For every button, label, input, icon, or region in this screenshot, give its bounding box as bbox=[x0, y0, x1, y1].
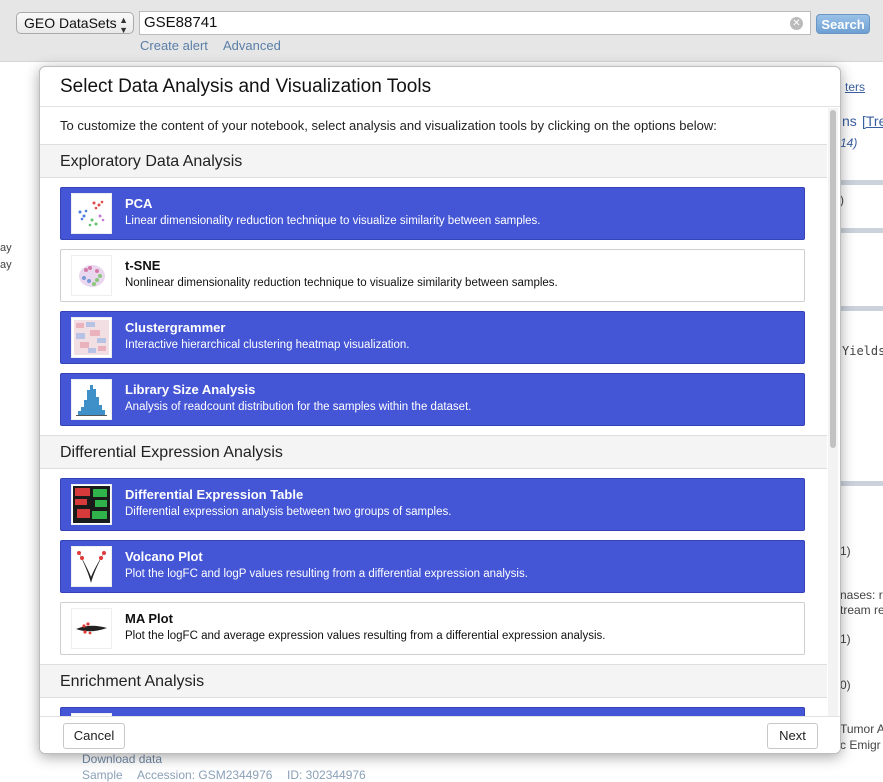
clear-search-icon[interactable]: ✕ bbox=[790, 17, 803, 30]
bg-fragment: nases: r bbox=[840, 588, 883, 602]
tool-name: PCA bbox=[125, 196, 153, 211]
tool-name: Differential Expression Table bbox=[125, 487, 304, 502]
bg-filters-link[interactable]: ters bbox=[845, 80, 865, 94]
tool-name: Library Size Analysis bbox=[125, 382, 256, 397]
bg-fragment: c Emigr bbox=[840, 738, 881, 752]
select-arrows-icon: ▲ ▼ bbox=[119, 15, 128, 35]
tsne-thumbnail-icon bbox=[71, 255, 112, 296]
bg-fragment: 14) bbox=[840, 136, 858, 150]
dialog-footer: Cancel Next bbox=[40, 716, 840, 753]
tool-name: MA Plot bbox=[125, 611, 173, 626]
bg-divider bbox=[840, 481, 883, 486]
tool-description: Nonlinear dimensionality reduction techn… bbox=[125, 277, 558, 289]
tool-description: Linear dimensionality reduction techniqu… bbox=[125, 215, 541, 227]
tool-card-volcano-plot[interactable]: Volcano Plot Plot the logFC and logP val… bbox=[60, 540, 805, 593]
pca-thumbnail-icon bbox=[71, 193, 112, 234]
scrollbar-thumb[interactable] bbox=[830, 110, 836, 448]
ma-plot-thumbnail-icon bbox=[71, 608, 112, 649]
section-enrichment-analysis: Enrichment Analysis bbox=[40, 664, 827, 698]
database-select-value: GEO DataSets bbox=[24, 15, 117, 31]
dialog-title: Select Data Analysis and Visualization T… bbox=[40, 67, 840, 107]
section-exploratory-data-analysis: Exploratory Data Analysis bbox=[40, 144, 827, 178]
dialog-instructions: To customize the content of your noteboo… bbox=[60, 118, 717, 133]
bg-fragment: 0) bbox=[840, 678, 851, 692]
bg-fragment: ay bbox=[0, 259, 12, 271]
advanced-search-link[interactable]: Advanced bbox=[223, 38, 281, 53]
bg-fragment: ns bbox=[842, 113, 857, 129]
tool-card-pca[interactable]: PCA Linear dimensionality reduction tech… bbox=[60, 187, 805, 240]
bg-fragment: ID: 302344976 bbox=[287, 768, 366, 782]
tool-description: Interactive hierarchical clustering heat… bbox=[125, 339, 410, 351]
bg-download-link[interactable]: Download data bbox=[82, 752, 162, 766]
dialog-scrollbar[interactable] bbox=[828, 108, 838, 716]
tool-description: Plot the logFC and logP values resulting… bbox=[125, 568, 528, 580]
tool-description: Analysis of readcount distribution for t… bbox=[125, 401, 472, 413]
tool-description: Differential expression analysis between… bbox=[125, 506, 452, 518]
bg-divider bbox=[840, 180, 883, 185]
create-alert-link[interactable]: Create alert bbox=[140, 38, 208, 53]
tool-name: Clustergrammer bbox=[125, 320, 226, 335]
tool-selection-dialog: Select Data Analysis and Visualization T… bbox=[39, 66, 841, 754]
tool-card-ma-plot[interactable]: MA Plot Plot the logFC and average expre… bbox=[60, 602, 805, 655]
tool-name: t-SNE bbox=[125, 258, 161, 273]
bg-fragment: Accession: GSM2344976 bbox=[137, 768, 273, 782]
clustergrammer-thumbnail-icon bbox=[71, 317, 112, 358]
section-differential-expression-analysis: Differential Expression Analysis bbox=[40, 435, 827, 469]
bg-fragment: tream re bbox=[840, 603, 883, 617]
bg-divider bbox=[840, 306, 883, 311]
histogram-thumbnail-icon bbox=[71, 379, 112, 420]
tool-card-partial[interactable] bbox=[60, 707, 805, 716]
dialog-scroll-area[interactable]: To customize the content of your noteboo… bbox=[40, 108, 840, 716]
heatmap-thumbnail-icon bbox=[71, 484, 112, 525]
bg-divider bbox=[840, 228, 883, 233]
tool-card-differential-expression-table[interactable]: Differential Expression Table Differenti… bbox=[60, 478, 805, 531]
tool-description: Plot the logFC and average expression va… bbox=[125, 630, 606, 642]
bg-fragment: 1) bbox=[840, 632, 851, 646]
search-bar: GEO DataSets ▲ ▼ GSE88741 ✕ Search Create… bbox=[0, 0, 883, 62]
volcano-plot-thumbnail-icon bbox=[71, 546, 112, 587]
cancel-button[interactable]: Cancel bbox=[63, 723, 125, 749]
bg-fragment: ay bbox=[0, 242, 12, 254]
tool-card-tsne[interactable]: t-SNE Nonlinear dimensionality reduction… bbox=[60, 249, 805, 302]
bg-fragment[interactable]: [Tre bbox=[862, 113, 883, 129]
search-query: GSE88741 bbox=[144, 14, 218, 31]
bg-fragment: Sample bbox=[82, 768, 123, 782]
search-button[interactable]: Search bbox=[816, 14, 870, 34]
tool-name: Volcano Plot bbox=[125, 549, 203, 564]
database-select[interactable]: GEO DataSets ▲ ▼ bbox=[16, 12, 134, 35]
search-input[interactable]: GSE88741 ✕ bbox=[139, 11, 811, 35]
next-button[interactable]: Next bbox=[767, 723, 818, 749]
bg-fragment: 1) bbox=[840, 544, 851, 558]
tool-card-clustergrammer[interactable]: Clustergrammer Interactive hierarchical … bbox=[60, 311, 805, 364]
bg-fragment: Yields bbox=[842, 344, 883, 358]
tool-card-library-size-analysis[interactable]: Library Size Analysis Analysis of readco… bbox=[60, 373, 805, 426]
bg-fragment: Tumor A bbox=[840, 722, 883, 736]
